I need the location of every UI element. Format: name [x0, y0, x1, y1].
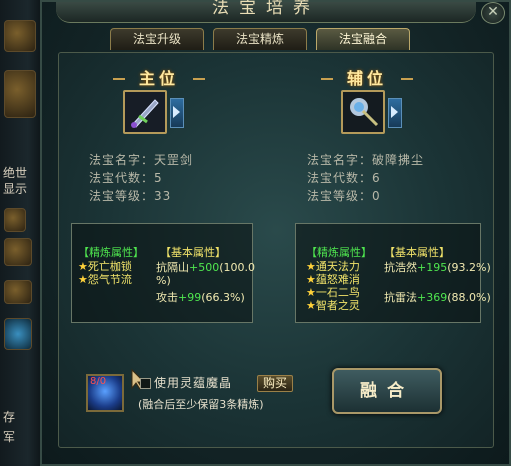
close-button[interactable]: ✕ [481, 2, 505, 24]
aux-refine-4: ★智者之灵 [306, 299, 360, 312]
side-label-4: 军 [3, 430, 16, 444]
side-panel: 绝世 显示 存 军 [0, 0, 41, 466]
side-skill-icon-1[interactable] [4, 20, 36, 52]
star-icon: ★ [306, 260, 316, 273]
aux-level-row: 法宝等级：0 [307, 189, 381, 203]
main-info: 法宝名字：天罡剑 法宝代数：5 法宝等级：33 [89, 151, 193, 205]
whisk-icon [343, 92, 383, 132]
window-title: 法宝培养 [212, 0, 320, 18]
side-small-icon-2[interactable] [4, 238, 32, 266]
crystal-item-slot[interactable]: 8/0 [86, 374, 124, 412]
tab-fusion[interactable]: 法宝融合 [316, 28, 410, 50]
use-crystal-checkbox[interactable] [140, 378, 151, 389]
aux-attr-box: 【精炼属性】 【基本属性】 ★通天法力 ★蕴怒难消 ★一石二鸟 ★智者之灵 抗浩… [295, 223, 491, 323]
main-base-header: 【基本属性】 [160, 246, 226, 259]
magic-treasure-window: 法宝培养 ✕ 法宝升级 法宝精炼 法宝融合 主位 法宝名字：天罡剑 法宝代数：5… [40, 0, 511, 466]
side-label-2: 显示 [3, 182, 28, 196]
aux-base-header: 【基本属性】 [384, 246, 450, 259]
star-icon: ★ [306, 299, 316, 312]
main-slot-label: 主位 [113, 69, 205, 89]
main-refine-1: ★死亡枷锁 [78, 260, 132, 273]
side-label-3: 存 [3, 410, 16, 424]
main-base-2: 攻击+99(66.3%) [156, 291, 245, 304]
fuse-button[interactable]: 融合 [332, 368, 442, 414]
star-icon: ★ [306, 273, 316, 286]
side-small-icon-4[interactable] [4, 318, 32, 350]
tab-upgrade[interactable]: 法宝升级 [110, 28, 204, 50]
main-refine-header: 【精炼属性】 [78, 246, 144, 259]
side-small-icon-3[interactable] [4, 280, 32, 304]
aux-refine-3: ★一石二鸟 [306, 286, 360, 299]
main-name-row: 法宝名字：天罡剑 [89, 153, 194, 167]
main-slot-arrow-button[interactable] [170, 98, 184, 128]
use-crystal-label: 使用灵蕴魔晶 [154, 376, 233, 390]
main-gen-row: 法宝代数：5 [89, 171, 163, 185]
arrow-right-icon [173, 106, 180, 118]
aux-treasure-slot[interactable] [341, 90, 385, 134]
aux-name-row: 法宝名字：破障拂尘 [307, 153, 425, 167]
aux-info: 法宝名字：破障拂尘 法宝代数：6 法宝等级：0 [307, 151, 424, 205]
side-armor-icon[interactable] [4, 70, 36, 118]
crystal-count: 8/0 [90, 376, 107, 387]
aux-base-2: 抗雷法+369(88.0%) [384, 291, 491, 304]
buy-button[interactable]: 购买 [257, 375, 293, 392]
window-titlebar: 法宝培养 [56, 0, 476, 23]
main-level-row: 法宝等级：33 [89, 189, 172, 203]
aux-refine-2: ★蕴怒难消 [306, 273, 360, 286]
fusion-note: (融合后至少保留3条精炼) [138, 398, 264, 411]
side-small-icon-1[interactable] [4, 208, 26, 232]
aux-slot-arrow-button[interactable] [388, 98, 402, 128]
star-icon: ★ [78, 260, 88, 273]
aux-slot-label: 辅位 [321, 69, 413, 89]
main-attr-box: 【精炼属性】 【基本属性】 ★死亡枷锁 ★怨气节流 抗隔山+500(100.0 … [71, 223, 256, 323]
aux-base-1: 抗浩然+195(93.2%) [384, 261, 491, 274]
main-base-1-cont: %) [156, 274, 171, 287]
side-label-1: 绝世 [3, 166, 28, 180]
aux-gen-row: 法宝代数：6 [307, 171, 381, 185]
sword-icon [125, 92, 165, 132]
aux-refine-1: ★通天法力 [306, 260, 360, 273]
main-treasure-slot[interactable] [123, 90, 167, 134]
main-base-1: 抗隔山+500(100.0 [156, 261, 256, 274]
star-icon: ★ [306, 286, 316, 299]
tab-refine[interactable]: 法宝精炼 [213, 28, 307, 50]
star-icon: ★ [78, 273, 88, 286]
arrow-right-icon [391, 106, 398, 118]
aux-refine-header: 【精炼属性】 [306, 246, 372, 259]
main-refine-2: ★怨气节流 [78, 273, 132, 286]
